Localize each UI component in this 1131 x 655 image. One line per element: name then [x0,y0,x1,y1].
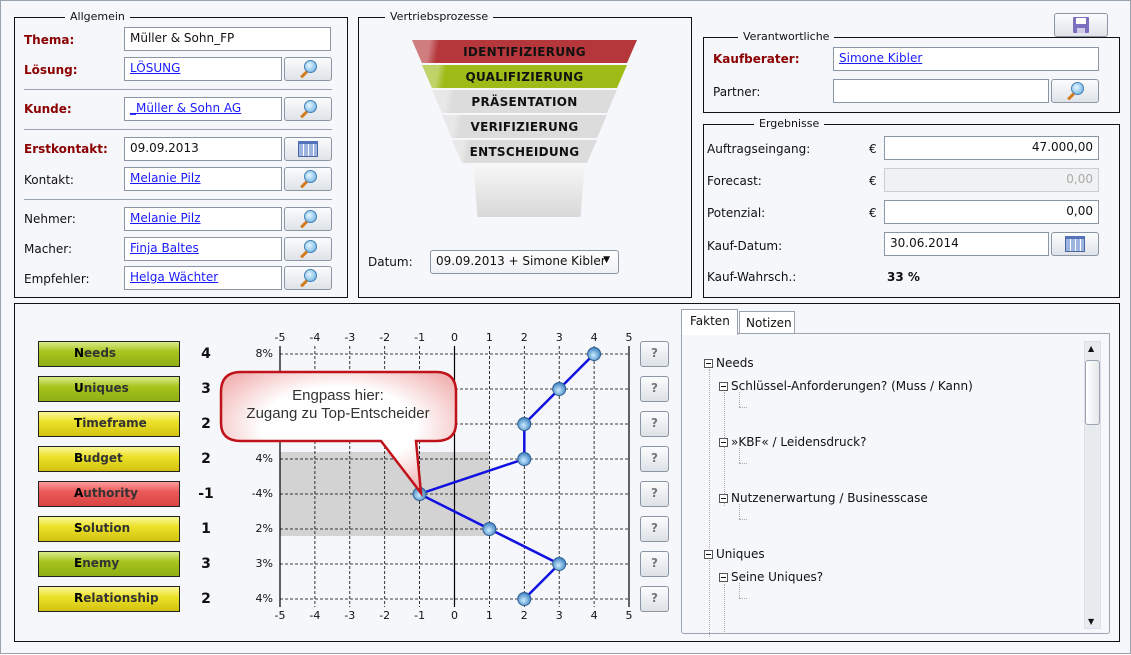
x-tick-label: 4 [590,609,598,622]
x-tick-label: 2 [520,331,528,344]
tab-fakten-label: Fakten [690,314,730,328]
row-label: 2% [255,522,273,535]
tree-label: Uniques [716,547,765,561]
x-tick-label: -5 [274,331,286,344]
tree-line [739,504,740,519]
window: Allgemein Thema: Müller & Sohn_FP Lösung… [0,0,1131,654]
tree-label: Seine Uniques? [731,570,824,584]
data-point [517,452,532,466]
collapse-icon[interactable] [704,359,713,368]
collapse-icon[interactable] [704,550,713,559]
data-point [517,592,532,606]
tree-label: »KBF« / Leidensdruck? [731,435,867,449]
collapse-icon[interactable] [719,382,728,391]
tree-node[interactable]: »KBF« / Leidensdruck? [719,435,866,449]
x-tick-label: 3 [555,331,563,344]
collapse-icon[interactable] [719,573,728,582]
collapse-icon[interactable] [719,438,728,447]
tree-node[interactable]: Seine Uniques? [719,570,823,584]
scroll-up-icon[interactable]: ▲ [1088,344,1094,353]
callout-line-2: Zugang zu Top-Entscheider [246,405,430,422]
x-tick-label: -2 [379,609,391,622]
data-point [482,522,497,536]
tree-line [739,392,740,407]
callout-text: Engpass hier: Zugang zu Top-Entscheider [223,387,453,423]
row-label: 8% [255,347,273,360]
x-tick-label: 5 [625,331,633,344]
scroll-down-icon[interactable]: ▼ [1088,617,1094,626]
tree-line [724,392,725,506]
tree-node-needs[interactable]: Needs [704,356,754,370]
x-tick-label: 3 [555,609,563,622]
data-point [587,347,602,361]
row-label: 3% [255,557,273,570]
x-tick-label: 0 [451,609,458,622]
x-tick-label: 5 [625,609,633,622]
tree-line [709,369,710,637]
callout-line-1: Engpass hier: [292,387,384,404]
x-tick-label: -1 [414,609,426,622]
data-point [552,382,567,396]
tab-fakten[interactable]: Fakten [681,309,738,335]
x-tick-label: -1 [414,331,426,344]
x-tick-label: -3 [344,331,356,344]
tree-node[interactable]: Schlüssel-Anforderungen? (Muss / Kann) [719,379,973,393]
scrollbar[interactable]: ▲ ▼ [1084,341,1101,629]
x-tick-label: 2 [520,609,528,622]
x-tick-label: -4 [309,331,321,344]
collapse-icon[interactable] [719,494,728,503]
tree-label: Needs [716,356,754,370]
tree-line [739,448,740,463]
x-tick-label: -4 [309,609,321,622]
x-tick-label: 1 [485,331,493,344]
x-tick-label: 4 [590,331,598,344]
tree-line [739,407,747,408]
data-point [517,417,532,431]
scrollbar-thumb[interactable] [1085,360,1100,425]
tree-line [739,463,747,464]
tree-line [724,584,725,634]
x-tick-label: -2 [379,331,391,344]
x-tick-label: 0 [451,331,458,344]
callout-bubble-shape [219,370,458,498]
tab-notizen[interactable]: Notizen [739,311,795,334]
tree-label: Nutzenerwartung / Businesscase [731,491,928,505]
tree-line [739,583,740,598]
tree-node-uniques[interactable]: Uniques [704,547,765,561]
tree-label: Schlüssel-Anforderungen? (Muss / Kann) [731,379,973,393]
tab-notizen-label: Notizen [746,316,792,330]
tree-line [739,598,747,599]
tree-line [739,519,747,520]
x-tick-label: -5 [274,609,286,622]
data-point [552,557,567,571]
x-tick-label: -3 [344,609,356,622]
x-tick-label: 1 [485,609,493,622]
row-label: 4% [255,592,273,605]
tree-node[interactable]: Nutzenerwartung / Businesscase [719,491,928,505]
